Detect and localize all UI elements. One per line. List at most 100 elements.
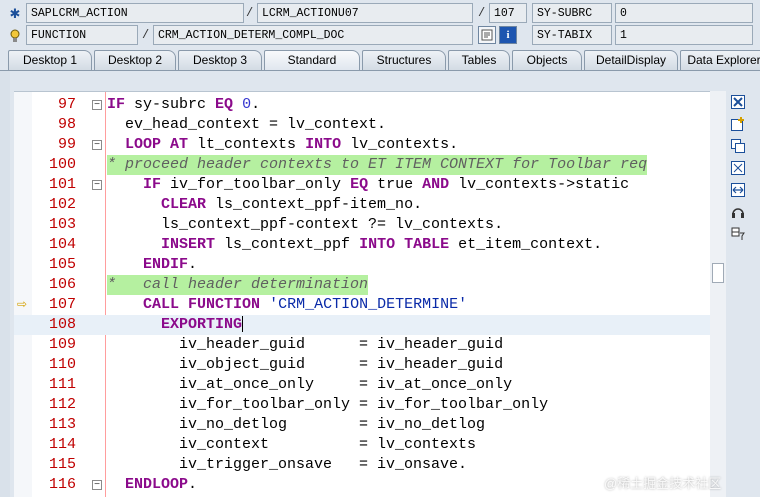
display-source-button[interactable]	[478, 26, 496, 44]
code-line[interactable]: 102 CLEAR ls_context_ppf-item_no.	[14, 195, 710, 215]
separator: /	[246, 6, 254, 20]
code-line[interactable]: 115 iv_trigger_onsave = iv_onsave.	[14, 455, 710, 475]
comment-line[interactable]: 106 * call header determination	[14, 275, 710, 295]
object-type-field[interactable]: FUNCTION	[26, 25, 138, 45]
tab-tables[interactable]: Tables	[448, 50, 510, 70]
code-line[interactable]: 101 − IF iv_for_toolbar_only EQ true AND …	[14, 175, 710, 195]
code-text[interactable]: LOOP AT lt_contexts INTO lv_contexts.	[107, 135, 458, 155]
line-number: 105	[48, 256, 76, 273]
line-number: 107	[48, 296, 76, 313]
comment-line[interactable]: 100 * proceed header contexts to ET ITEM …	[14, 155, 710, 175]
close-icon	[731, 95, 745, 109]
include-field[interactable]: LCRM_ACTIONU07	[257, 3, 473, 23]
code-line[interactable]: 105 ENDIF.	[14, 255, 710, 275]
code-line[interactable]: 111 iv_at_once_only = iv_at_once_only	[14, 375, 710, 395]
code-text[interactable]: ENDLOOP.	[107, 475, 197, 495]
copy-button[interactable]	[730, 138, 746, 154]
code-text[interactable]: CLEAR ls_context_ppf-item_no.	[107, 195, 422, 215]
code-text[interactable]: ev_head_context = lv_context.	[107, 115, 386, 135]
code-line[interactable]: 110 iv_object_guid = iv_header_guid	[14, 355, 710, 375]
line-number: 115	[48, 456, 76, 473]
code-line[interactable]: 109 iv_header_guid = iv_header_guid	[14, 335, 710, 355]
code-text[interactable]: ENDIF.	[107, 255, 197, 275]
code-text[interactable]: ls_context_ppf-context ?= lv_contexts.	[107, 215, 503, 235]
line-number: 98	[57, 116, 76, 133]
collapse-block-icon[interactable]: −	[92, 140, 102, 150]
close-button[interactable]	[730, 94, 746, 110]
line-number: 116	[48, 476, 76, 493]
code-line[interactable]: 107 ⇨ CALL FUNCTION 'CRM_ACTION_DETERMINE…	[14, 295, 710, 315]
code-line[interactable]: 108 EXPORTING	[14, 315, 710, 335]
tab-desktop-1[interactable]: Desktop 1	[8, 50, 92, 70]
code-text[interactable]: iv_for_toolbar_only = iv_for_toolbar_onl…	[107, 395, 548, 415]
headset-button[interactable]	[730, 204, 746, 220]
code-line[interactable]: 112 iv_for_toolbar_only = iv_for_toolbar…	[14, 395, 710, 415]
scrollbar-thumb[interactable]	[712, 263, 724, 283]
resize-button[interactable]	[730, 182, 746, 198]
code-line[interactable]: 98 ev_head_context = lv_context.	[14, 115, 710, 135]
code-text[interactable]: iv_header_guid = iv_header_guid	[107, 335, 503, 355]
code-text[interactable]: iv_no_detlog = iv_no_detlog	[107, 415, 485, 435]
code-text[interactable]: * call header determination	[107, 275, 369, 295]
code-text[interactable]: CALL FUNCTION 'CRM_ACTION_DETERMINE'	[107, 295, 467, 315]
info-icon: i	[506, 29, 510, 41]
line-number: 109	[48, 336, 76, 353]
code-text[interactable]: IF sy-subrc EQ 0.	[107, 95, 260, 115]
fullscreen-button[interactable]	[730, 160, 746, 176]
vertical-scrollbar[interactable]	[710, 91, 726, 497]
source-code-editor[interactable]: 97− IF sy-subrc EQ 0. 98 ev_head_context =…	[14, 91, 710, 497]
variable-value-field-2[interactable]: 1	[615, 25, 753, 45]
tab-objects[interactable]: Objects	[512, 50, 582, 70]
line-number: 114	[48, 436, 76, 453]
line-number: 112	[48, 396, 76, 413]
new-session-icon	[731, 117, 744, 131]
tab-standard[interactable]: Standard	[264, 50, 360, 71]
program-field[interactable]: SAPLCRM_ACTION	[26, 3, 244, 23]
code-line[interactable]: 113 iv_no_detlog = iv_no_detlog	[14, 415, 710, 435]
code-text[interactable]: iv_object_guid = iv_header_guid	[107, 355, 503, 375]
function-name-field[interactable]: CRM_ACTION_DETERM_COMPL_DOC	[153, 25, 473, 45]
collapse-block-icon[interactable]: −	[92, 180, 102, 190]
variable-name-field-2[interactable]: SY-TABIX	[532, 25, 612, 45]
code-text[interactable]: iv_at_once_only = iv_at_once_only	[107, 375, 512, 395]
code-text[interactable]: iv_trigger_onsave = iv_onsave.	[107, 455, 467, 475]
line-number: 104	[48, 236, 76, 253]
tab-detail-display[interactable]: DetailDisplay	[584, 50, 678, 70]
line-number: 102	[48, 196, 76, 213]
line-number: 103	[48, 216, 76, 233]
gear-icon: ✱	[9, 6, 21, 21]
code-line[interactable]: 103 ls_context_ppf-context ?= lv_context…	[14, 215, 710, 235]
bulb-icon	[6, 27, 24, 45]
info-button[interactable]: i	[499, 26, 517, 44]
separator: /	[478, 6, 486, 20]
left-gutter	[0, 71, 10, 497]
source-icon	[481, 29, 493, 41]
tab-underline	[0, 70, 760, 71]
code-text[interactable]: iv_context = lv_contexts	[107, 435, 476, 455]
collapse-block-icon[interactable]: −	[92, 480, 102, 490]
code-line[interactable]: 99 − LOOP AT lt_contexts INTO lv_contexts…	[14, 135, 710, 155]
code-text[interactable]: EXPORTING	[107, 315, 244, 335]
resize-icon	[731, 183, 745, 197]
code-line[interactable]: 97 − IF sy-subrc EQ 0.	[14, 95, 710, 115]
line-number: 99	[57, 136, 76, 153]
tab-structures[interactable]: Structures	[362, 50, 446, 70]
line-number-field[interactable]: 107	[489, 3, 527, 23]
code-text[interactable]: IF iv_for_toolbar_only EQ true AND lv_co…	[107, 175, 629, 195]
collapse-block-icon[interactable]: −	[92, 100, 102, 110]
code-line[interactable]: 104 INSERT ls_context_ppf INTO TABLE et_…	[14, 235, 710, 255]
current-statement-arrow-icon: ⇨	[17, 297, 28, 311]
debugger-header-row-1: ✱ SAPLCRM_ACTION / LCRM_ACTIONU07 / 107 …	[0, 3, 760, 25]
tab-desktop-2[interactable]: Desktop 2	[94, 50, 176, 70]
tab-data-explorer[interactable]: Data Explorer	[680, 50, 760, 70]
variable-value-field-1[interactable]: 0	[615, 3, 753, 23]
text-caret	[242, 316, 244, 333]
new-session-button[interactable]	[730, 116, 746, 132]
filter-button[interactable]	[730, 226, 746, 242]
code-text[interactable]: INSERT ls_context_ppf INTO TABLE et_item…	[107, 235, 602, 255]
tab-desktop-3[interactable]: Desktop 3	[178, 50, 262, 70]
variable-name-field-1[interactable]: SY-SUBRC	[532, 3, 612, 23]
line-number: 101	[48, 176, 76, 193]
code-line[interactable]: 114 iv_context = lv_contexts	[14, 435, 710, 455]
code-text[interactable]: * proceed header contexts to ET ITEM CON…	[107, 155, 648, 175]
